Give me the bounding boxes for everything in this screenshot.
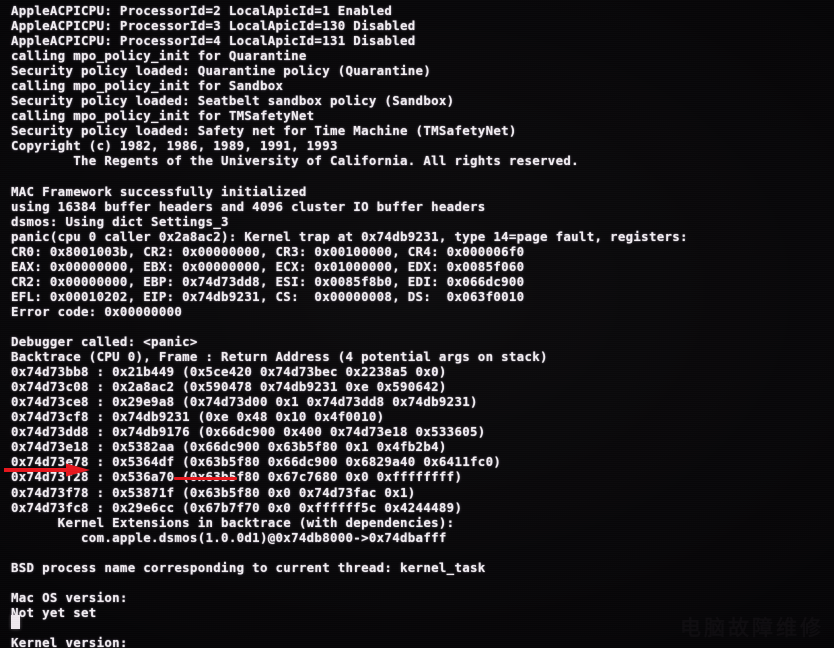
console-line: 0x74d73cf8 : 0x74db9231 (0xe 0x48 0x10 0… bbox=[11, 409, 385, 425]
console-line: AppleACPICPU: ProcessorId=4 LocalApicId=… bbox=[11, 33, 416, 49]
console-line: calling mpo_policy_init for Quarantine bbox=[11, 48, 307, 64]
kernel-panic-screen: AppleACPICPU: ProcessorId=2 LocalApicId=… bbox=[0, 0, 834, 648]
console-line: Kernel Extensions in backtrace (with dep… bbox=[11, 514, 455, 530]
console-line: Security policy loaded: Quarantine polic… bbox=[11, 63, 432, 79]
block-cursor bbox=[11, 615, 20, 629]
console-line: calling mpo_policy_init for TMSafetyNet bbox=[11, 108, 315, 124]
console-line: panic(cpu 0 caller 0x2a8ac2): Kernel tra… bbox=[11, 228, 688, 244]
console-line: 0x74d73dd8 : 0x74db9176 (0x66dc900 0x400… bbox=[11, 424, 486, 440]
console-line: Debugger called: <panic> bbox=[11, 334, 198, 350]
console-line: 0x74d73fc8 : 0x29e6cc (0x67b7f70 0x0 0xf… bbox=[11, 499, 463, 515]
red-underline-annotation bbox=[174, 477, 237, 480]
console-line: MAC Framework successfully initialized bbox=[11, 183, 307, 199]
console-output: AppleACPICPU: ProcessorId=2 LocalApicId=… bbox=[11, 3, 831, 648]
console-line: 0x74d73bb8 : 0x21b449 (0x5ce420 0x74d73b… bbox=[11, 364, 447, 380]
console-line: 0x74d73f78 : 0x53871f (0x63b5f80 0x0 0x7… bbox=[11, 484, 416, 500]
console-line: Error code: 0x00000000 bbox=[11, 303, 183, 319]
console-line: dsmos: Using dict Settings_3 bbox=[11, 213, 229, 229]
console-line: com.apple.dsmos(1.0.0d1)@0x74db8000->0x7… bbox=[11, 529, 447, 545]
console-line: Backtrace (CPU 0), Frame : Return Addres… bbox=[11, 349, 548, 365]
console-line: Security policy loaded: Safety net for T… bbox=[11, 123, 517, 139]
console-line: BSD process name corresponding to curren… bbox=[11, 559, 486, 575]
console-line: CR0: 0x8001003b, CR2: 0x00000000, CR3: 0… bbox=[11, 243, 525, 259]
console-line: AppleACPICPU: ProcessorId=2 LocalApicId=… bbox=[11, 3, 393, 18]
console-line: 0x74d73f28 : 0x536a70 (0x63b5f80 0x67c76… bbox=[11, 469, 463, 485]
console-line: calling mpo_policy_init for Sandbox bbox=[11, 78, 284, 94]
console-line: AppleACPICPU: ProcessorId=3 LocalApicId=… bbox=[11, 18, 416, 34]
watermark: 电脑故障维修 bbox=[680, 616, 824, 640]
console-line: 0x74d73ce8 : 0x29e9a8 (0x74d73d00 0x1 0x… bbox=[11, 394, 478, 410]
console-line: Mac OS version: bbox=[11, 589, 128, 605]
console-line: The Regents of the University of Califor… bbox=[11, 153, 579, 169]
console-line: 0x74d73e78 : 0x5364df (0x63b5f80 0x66dc9… bbox=[11, 454, 502, 470]
console-line: EAX: 0x00000000, EBX: 0x00000000, ECX: 0… bbox=[11, 258, 525, 274]
red-arrow-annotation-icon bbox=[4, 463, 90, 477]
console-line: Security policy loaded: Seatbelt sandbox… bbox=[11, 93, 455, 109]
console-line: using 16384 buffer headers and 4096 clus… bbox=[11, 198, 486, 214]
console-line: 0x74d73c08 : 0x2a8ac2 (0x590478 0x74db92… bbox=[11, 379, 447, 395]
console-line: Copyright (c) 1982, 1986, 1989, 1991, 19… bbox=[11, 138, 338, 154]
console-line: 0x74d73e18 : 0x5382aa (0x66dc900 0x63b5f… bbox=[11, 439, 447, 455]
console-line: EFL: 0x00010202, EIP: 0x74db9231, CS: 0x… bbox=[11, 288, 525, 304]
console-line: CR2: 0x00000000, EBP: 0x74d73dd8, ESI: 0… bbox=[11, 273, 525, 289]
